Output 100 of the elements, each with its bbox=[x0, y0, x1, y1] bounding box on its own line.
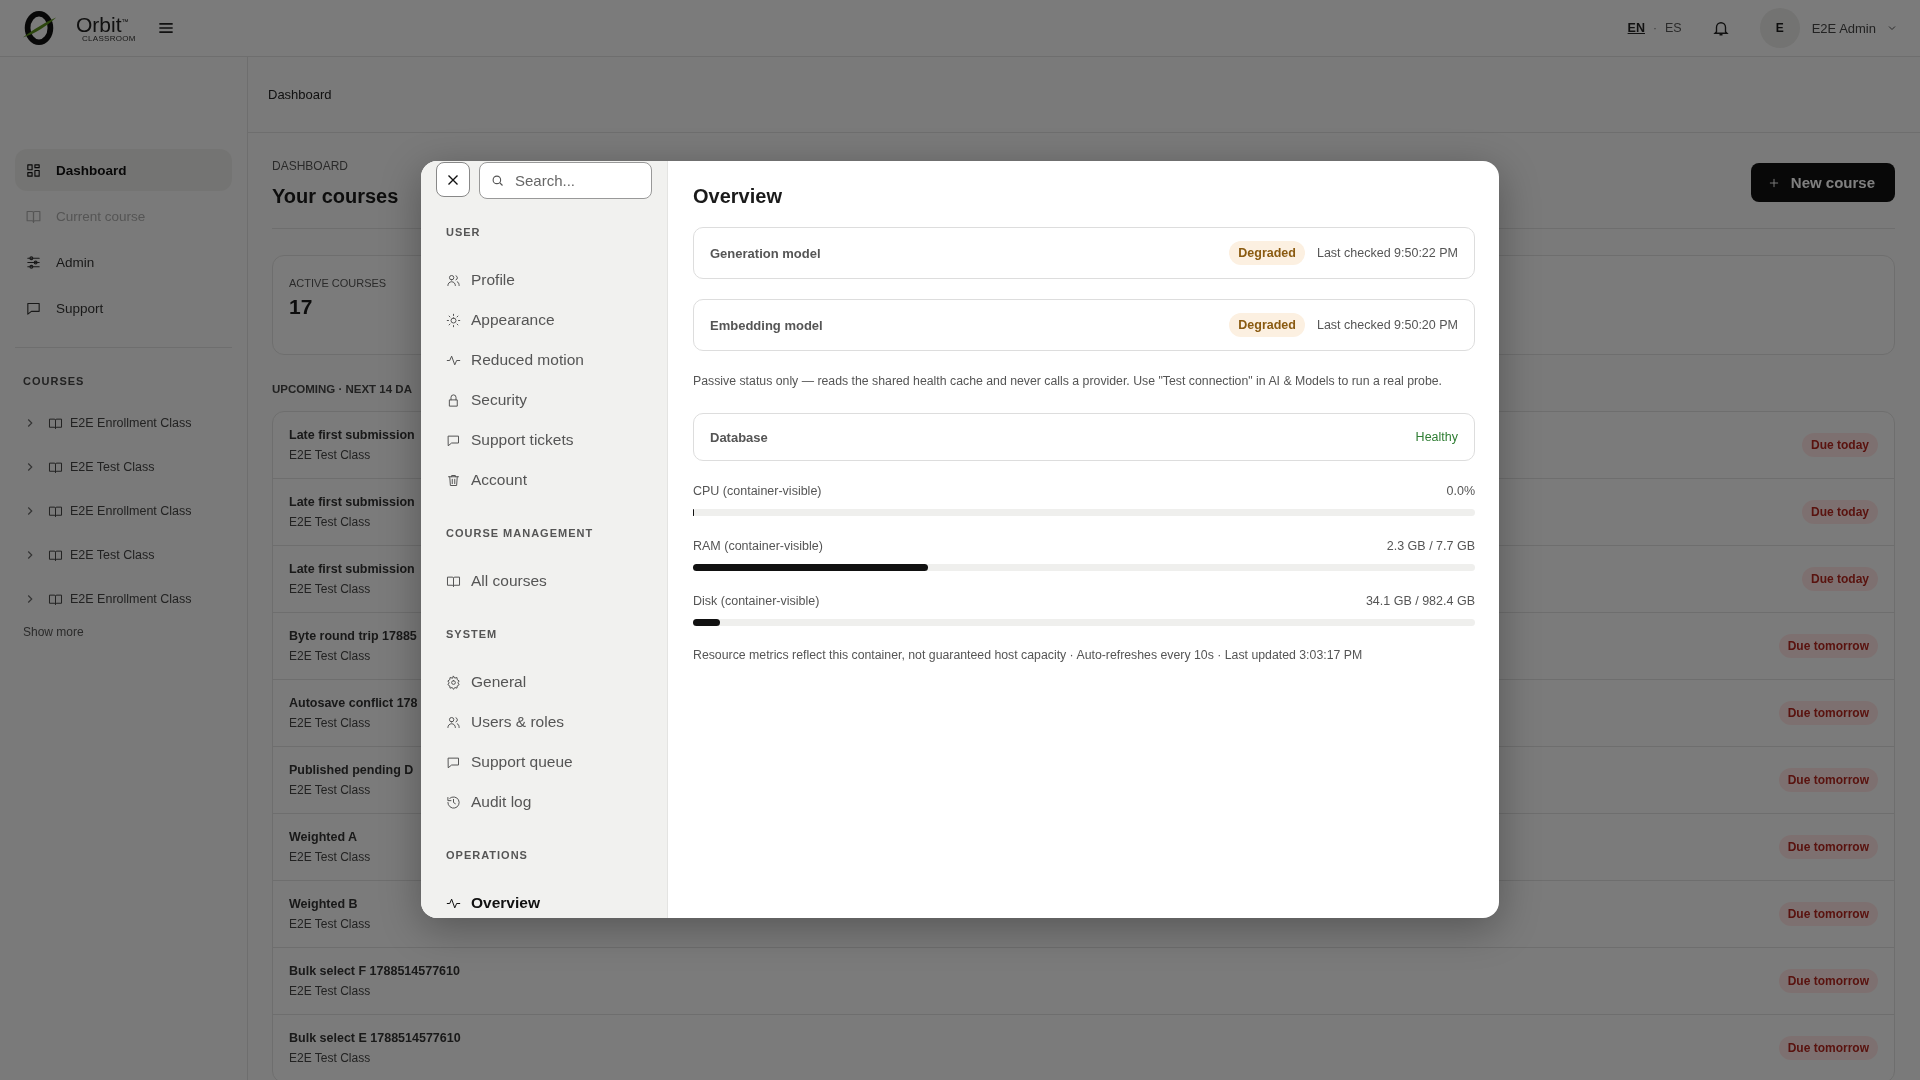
settings-nav-item[interactable]: Appearance bbox=[436, 300, 653, 340]
book-icon bbox=[48, 547, 63, 563]
status-badge: Degraded bbox=[1229, 313, 1305, 337]
close-button[interactable] bbox=[436, 162, 470, 197]
people-icon bbox=[446, 272, 461, 288]
sun-icon bbox=[446, 312, 461, 328]
settings-nav-item[interactable]: General bbox=[436, 662, 653, 702]
sidebar-nav-item[interactable]: Dashboard bbox=[15, 149, 232, 191]
gear-icon bbox=[446, 674, 461, 690]
people-icon bbox=[446, 714, 461, 730]
due-badge: Due tomorrow bbox=[1778, 835, 1878, 859]
search-icon bbox=[490, 173, 505, 188]
lock-icon bbox=[446, 392, 461, 408]
due-badge: Due tomorrow bbox=[1778, 1036, 1878, 1060]
assignment-title[interactable]: Late first submission bbox=[289, 428, 415, 442]
settings-nav-item[interactable]: Profile bbox=[436, 260, 653, 300]
metric-label: CPU (container-visible) bbox=[693, 483, 822, 499]
book-icon bbox=[48, 415, 63, 431]
due-badge: Due today bbox=[1802, 500, 1878, 524]
section-heading: UPCOMING · NEXT 14 DA bbox=[272, 383, 413, 395]
settings-nav-item[interactable]: Support queue bbox=[436, 742, 653, 782]
course-tree-item[interactable]: E2E Enrollment Class bbox=[15, 577, 232, 621]
separator-dot: · bbox=[1653, 21, 1657, 35]
settings-nav-item[interactable]: Reduced motion bbox=[436, 340, 653, 380]
history-icon bbox=[446, 794, 461, 810]
due-badge: Due tomorrow bbox=[1778, 902, 1878, 926]
stat-value: 17 bbox=[289, 295, 314, 319]
trash-icon bbox=[446, 472, 461, 488]
settings-nav-item[interactable]: Account bbox=[436, 460, 653, 500]
book-icon bbox=[446, 573, 461, 589]
assignment-course: E2E Test Class bbox=[289, 448, 372, 462]
sidebar-nav-item[interactable]: Support bbox=[15, 287, 232, 329]
page-eyebrow: DASHBOARD bbox=[272, 159, 349, 173]
language-link[interactable]: ES bbox=[1665, 21, 1682, 35]
assignment-course: E2E Test Class bbox=[289, 917, 371, 931]
assignment-course: E2E Test Class bbox=[289, 716, 372, 730]
settings-nav-item[interactable]: Support tickets bbox=[436, 420, 653, 460]
show-more-link[interactable]: Show more bbox=[15, 625, 232, 639]
section-heading: COURSES bbox=[22, 375, 86, 387]
status-text: Healthy bbox=[1415, 430, 1458, 444]
assignment-title[interactable]: Autosave conflict 178 bbox=[289, 696, 418, 710]
metric-reading: 0.0% bbox=[1446, 483, 1475, 499]
user-menu-button[interactable]: E2E Admin bbox=[1811, 20, 1898, 36]
due-badge: Due today bbox=[1802, 567, 1878, 591]
search-field[interactable]: Search... bbox=[479, 162, 652, 199]
due-badge: Due tomorrow bbox=[1778, 969, 1878, 993]
sidebar-nav-item[interactable]: Admin bbox=[15, 241, 232, 283]
stat-label: ACTIVE COURSES bbox=[289, 277, 387, 289]
assignment-course: E2E Test Class bbox=[289, 783, 372, 797]
assignment-title[interactable]: Late first submission bbox=[289, 495, 415, 509]
last-checked-text: Last checked 9:50:22 PM bbox=[1316, 246, 1458, 260]
service-name: Generation model bbox=[710, 245, 822, 261]
assignment-course: E2E Test Class bbox=[289, 649, 372, 663]
settings-nav-item[interactable]: Security bbox=[436, 380, 653, 420]
assignment-title[interactable]: Bulk select F 1788514577610 bbox=[289, 964, 460, 978]
section-heading: SYSTEM bbox=[445, 627, 499, 641]
sliders-icon bbox=[25, 253, 42, 271]
settings-nav-item[interactable]: All courses bbox=[436, 561, 653, 601]
metric-reading: 34.1 GB / 982.4 GB bbox=[1365, 593, 1475, 609]
assignment-title[interactable]: Bulk select E 1788514577610 bbox=[289, 1031, 461, 1045]
assignment-course: E2E Test Class bbox=[289, 850, 371, 864]
due-badge: Due tomorrow bbox=[1778, 701, 1878, 725]
speech-bubble-icon bbox=[446, 432, 461, 448]
breadcrumb: Dashboard bbox=[268, 87, 332, 102]
assignment-course: E2E Test Class bbox=[289, 582, 372, 596]
brand-tagline: CLASSROOM bbox=[82, 34, 136, 43]
section-heading: COURSE MANAGEMENT bbox=[445, 526, 595, 540]
assignment-title[interactable]: Late first submission bbox=[289, 562, 415, 576]
status-note: Passive status only — reads the shared health cache and never calls a provider. Use "Test connection" in AI & Models to run a real probe. bbox=[693, 373, 1443, 389]
metric-label: RAM (container-visible) bbox=[693, 538, 823, 554]
course-tree-item[interactable]: E2E Enrollment Class bbox=[15, 489, 232, 533]
page-title: Your courses bbox=[272, 185, 399, 208]
section-heading: USER bbox=[445, 225, 482, 239]
grid-icon bbox=[25, 161, 42, 179]
assignment-title[interactable]: Byte round trip 17885 bbox=[289, 629, 417, 643]
course-tree-item[interactable]: E2E Test Class bbox=[15, 445, 232, 489]
status-badge: Degraded bbox=[1229, 241, 1305, 265]
settings-nav-item[interactable]: Audit log bbox=[436, 782, 653, 822]
language-link[interactable]: EN bbox=[1627, 21, 1645, 35]
dialog-title: Overview bbox=[693, 184, 783, 209]
assignment-title[interactable]: Published pending D bbox=[289, 763, 414, 777]
book-icon bbox=[48, 591, 63, 607]
service-name: Embedding model bbox=[710, 317, 824, 333]
course-tree-item[interactable]: E2E Test Class bbox=[15, 533, 232, 577]
brand-name: Orbit$^{™}$ bbox=[76, 13, 130, 35]
due-badge: Due today bbox=[1802, 433, 1878, 457]
speech-bubble-icon bbox=[446, 754, 461, 770]
course-tree-item[interactable]: E2E Enrollment Class bbox=[15, 401, 232, 445]
user-avatar[interactable]: E bbox=[1759, 8, 1800, 48]
settings-nav-item[interactable]: Users & roles bbox=[436, 702, 653, 742]
last-checked-text: Last checked 9:50:20 PM bbox=[1316, 318, 1458, 332]
settings-nav-item[interactable]: Overview bbox=[436, 883, 653, 918]
assignment-course: E2E Test Class bbox=[289, 515, 372, 529]
notification-bell-icon[interactable] bbox=[1711, 19, 1730, 37]
assignment-title[interactable]: Weighted B bbox=[289, 897, 371, 911]
assignment-title[interactable]: Weighted A bbox=[289, 830, 371, 844]
new-course-button[interactable]: New course bbox=[1750, 163, 1895, 202]
book-icon bbox=[48, 459, 63, 475]
assignment-course: E2E Test Class bbox=[289, 1051, 372, 1065]
assignment-course: E2E Test Class bbox=[289, 984, 372, 998]
